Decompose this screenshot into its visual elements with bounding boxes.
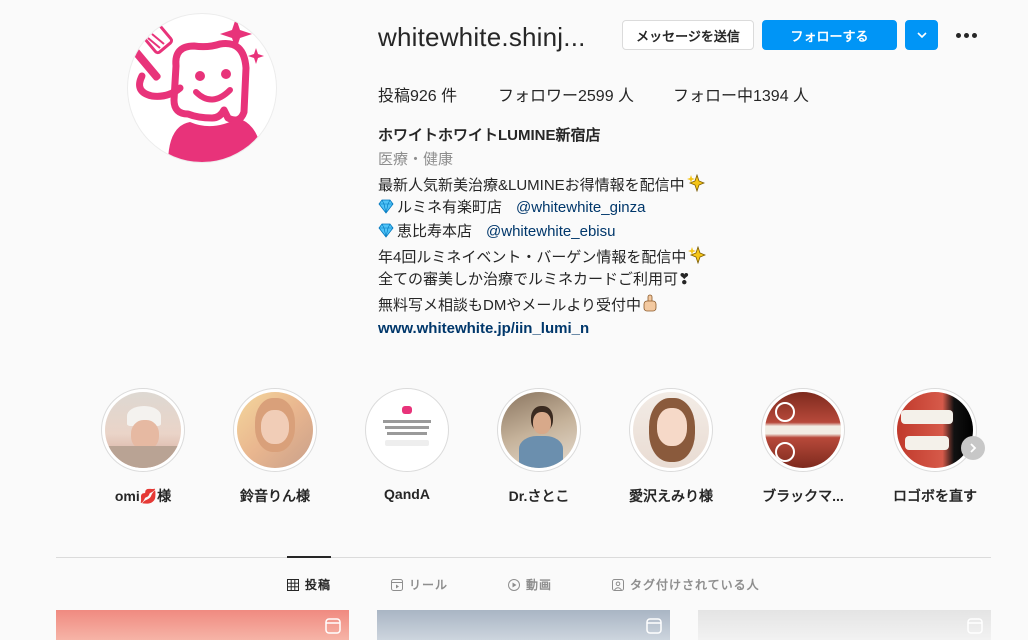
grid-icon xyxy=(287,578,299,591)
bio-line-4: 年4回ルミネイベント・バーゲン情報を配信中 xyxy=(378,246,707,268)
suggested-dropdown-button[interactable] xyxy=(905,20,938,50)
highlight-item[interactable]: 鈴音りん様 xyxy=(231,388,319,506)
highlight-label: omi💋様 xyxy=(114,488,172,504)
more-options-button[interactable] xyxy=(950,20,982,50)
mention-ginza-link[interactable]: @whitewhite_ginza xyxy=(516,199,645,216)
following-count[interactable]: フォロー中1394 人 xyxy=(673,82,809,106)
bio-store-ebisu: 恵比寿本店 xyxy=(397,223,473,240)
bio-display-name: ホワイトホワイトLUMINE新宿店 xyxy=(378,127,601,144)
tab-label: 動画 xyxy=(526,578,553,592)
highlight-ring xyxy=(893,388,977,472)
post-tile[interactable] xyxy=(56,610,349,640)
more-options-icon xyxy=(954,32,978,38)
profile-avatar[interactable] xyxy=(127,13,277,163)
tabs-divider xyxy=(56,557,991,558)
highlight-ring xyxy=(233,388,317,472)
highlight-ring xyxy=(497,388,581,472)
play-icon xyxy=(508,578,520,591)
tab-reels[interactable]: リール xyxy=(391,576,448,593)
reel-badge-icon xyxy=(646,618,662,634)
tagged-icon xyxy=(612,578,624,591)
highlight-item[interactable]: omi💋様 xyxy=(99,388,187,506)
bio-line-6: 無料写メ相談もDMやメールより受付中 xyxy=(378,294,657,316)
highlight-item[interactable]: ブラックマ... xyxy=(759,388,847,506)
pointing-finger-icon xyxy=(643,294,657,312)
highlight-ring xyxy=(761,388,845,472)
bio-store-yurakucho: ルミネ有楽町店 xyxy=(397,199,503,216)
reel-badge-icon xyxy=(967,618,983,634)
bio-website-link[interactable]: www.whitewhite.jp/iin_lumi_n xyxy=(378,319,589,339)
highlight-item[interactable]: Dr.さとこ xyxy=(495,388,583,506)
gem-icon xyxy=(378,199,394,214)
highlight-label: Dr.さとこ xyxy=(508,488,570,504)
followers-count[interactable]: フォロワー2599 人 xyxy=(498,82,634,106)
highlight-label: 愛沢えみり様 xyxy=(629,488,713,504)
reels-icon xyxy=(391,578,403,591)
tab-label: タグ付けされている人 xyxy=(630,578,760,592)
bio-line-1: 最新人気新美治療&LUMINEお得情報を配信中 xyxy=(378,174,705,196)
gem-icon xyxy=(378,223,394,238)
mention-ebisu-link[interactable]: @whitewhite_ebisu xyxy=(486,223,615,240)
highlight-thumbnail xyxy=(501,392,577,468)
highlight-thumbnail xyxy=(633,392,709,468)
highlight-ring xyxy=(365,388,449,472)
highlight-thumbnail xyxy=(369,392,445,468)
message-button[interactable]: メッセージを送信 xyxy=(622,20,754,50)
bio-line-6-text: 無料写メ相談もDMやメールより受付中 xyxy=(378,297,642,314)
bio-line-4-text: 年4回ルミネイベント・バーゲン情報を配信中 xyxy=(378,249,687,266)
bio-line-3: 恵比寿本店 @whitewhite_ebisu xyxy=(378,222,615,242)
highlights-next-button[interactable] xyxy=(961,436,985,460)
sparkle-icon xyxy=(686,174,705,192)
highlight-label: 鈴音りん様 xyxy=(240,488,310,504)
highlight-thumbnail xyxy=(105,392,181,468)
profile-username: whitewhite.shinj... xyxy=(378,22,586,52)
posts-count: 投稿926 件 xyxy=(378,88,458,105)
highlight-label: ブラックマ... xyxy=(762,488,844,504)
tab-label: リール xyxy=(409,578,449,592)
chevron-down-icon xyxy=(916,32,927,39)
bio-line-1-text: 最新人気新美治療&LUMINEお得情報を配信中 xyxy=(378,177,685,194)
tab-tagged[interactable]: タグ付けされている人 xyxy=(612,576,760,593)
highlight-thumbnail xyxy=(237,392,313,468)
bio-line-5: 全ての審美しか治療でルミネカードご利用可❣ xyxy=(378,271,691,288)
highlight-ring xyxy=(629,388,713,472)
bio-line-2: ルミネ有楽町店 @whitewhite_ginza xyxy=(378,198,645,218)
tab-videos[interactable]: 動画 xyxy=(508,576,552,593)
chevron-right-icon xyxy=(970,443,977,453)
highlight-item[interactable]: 愛沢えみり様 xyxy=(627,388,715,506)
highlight-thumbnail xyxy=(765,392,841,468)
tab-label: 投稿 xyxy=(305,578,332,592)
bio-category: 医療・健康 xyxy=(378,151,454,168)
reel-badge-icon xyxy=(325,618,341,634)
active-tab-indicator xyxy=(287,556,331,558)
follow-button[interactable]: フォローする xyxy=(762,20,897,50)
highlight-item[interactable]: QandA xyxy=(363,388,451,502)
sparkle-icon xyxy=(688,246,707,264)
highlight-thumbnail xyxy=(897,392,973,468)
highlight-label: ロゴボを直す xyxy=(893,488,977,504)
tooth-mascot-logo xyxy=(131,18,264,162)
post-tile[interactable] xyxy=(698,610,991,640)
highlight-label: QandA xyxy=(384,486,430,502)
highlight-ring xyxy=(101,388,185,472)
post-tile[interactable] xyxy=(377,610,670,640)
tab-posts[interactable]: 投稿 xyxy=(287,576,331,593)
